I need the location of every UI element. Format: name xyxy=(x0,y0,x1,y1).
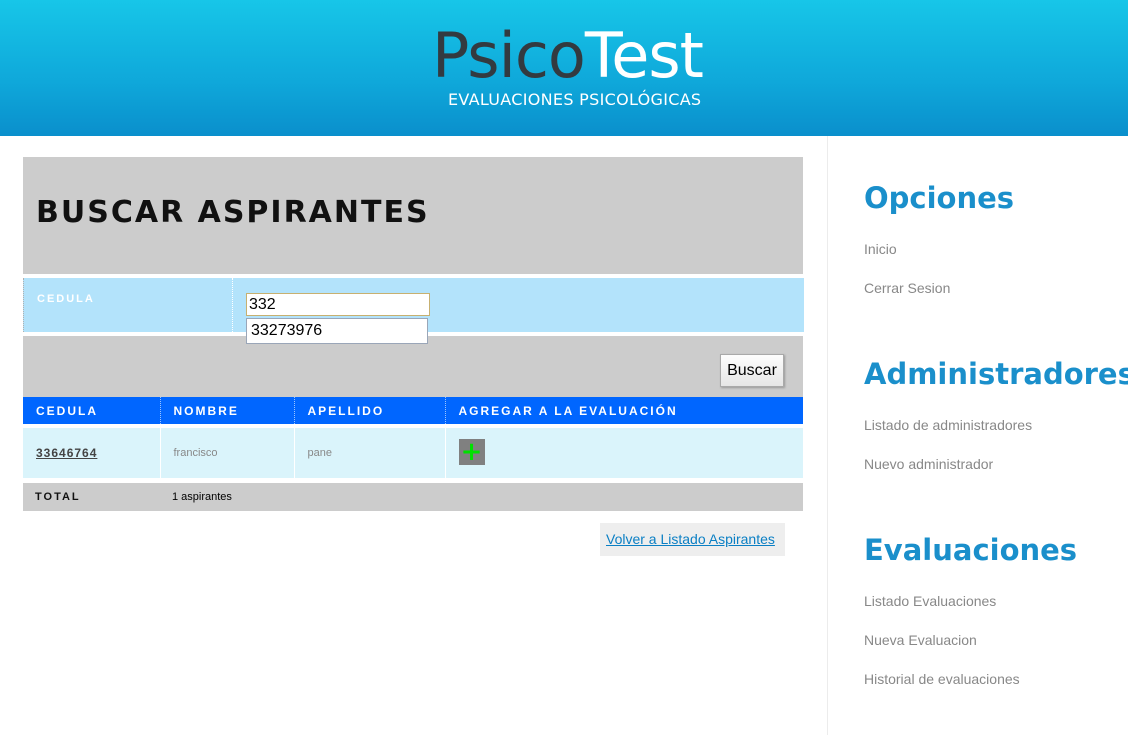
sidebar-link-nueva-evaluacion[interactable]: Nueva Evaluacion xyxy=(864,632,1077,649)
cedula-label: CEDULA xyxy=(37,293,95,305)
search-button[interactable]: Buscar xyxy=(720,354,784,387)
table-row: 33646764 francisco pane + xyxy=(23,424,803,478)
add-to-evaluation-button[interactable]: + xyxy=(458,436,485,467)
site-header: PsicoTest EVALUACIONES PSICOLÓGICAS xyxy=(0,0,1128,136)
sidebar-link-listado-evaluaciones[interactable]: Listado Evaluaciones xyxy=(864,593,1077,610)
total-label: TOTAL xyxy=(35,491,81,503)
column-header-apellido: APELLIDO xyxy=(293,397,445,426)
logo-subtitle: EVALUACIONES PSICOLÓGICAS xyxy=(448,90,702,109)
column-header-cedula: CEDULA xyxy=(23,397,160,426)
cedula-link[interactable]: 33646764 xyxy=(36,446,97,460)
autocomplete-dropdown: 33273976 xyxy=(246,318,428,344)
sidebar-link-listado-administradores[interactable]: Listado de administradores xyxy=(864,417,1128,434)
logo-test: Test xyxy=(584,19,704,92)
sidebar-link-nuevo-administrador[interactable]: Nuevo administrador xyxy=(864,456,1128,473)
total-row: TOTAL 1 aspirantes xyxy=(23,483,803,511)
results-table: CEDULA NOMBRE APELLIDO AGREGAR A LA EVAL… xyxy=(23,397,803,478)
action-row: Buscar xyxy=(23,336,803,397)
cell-agregar: + xyxy=(444,424,803,478)
autocomplete-suggestion[interactable]: 33273976 xyxy=(251,322,322,340)
sidebar-title-evaluaciones: Evaluaciones xyxy=(864,533,1078,567)
sidebar-link-historial-evaluaciones[interactable]: Historial de evaluaciones xyxy=(864,671,1077,688)
page-title: BUSCAR ASPIRANTES xyxy=(36,195,430,230)
table-header-row: CEDULA NOMBRE APELLIDO AGREGAR A LA EVAL… xyxy=(23,397,803,426)
logo-wordmark: PsicoTest xyxy=(432,19,704,92)
column-header-agregar: AGREGAR A LA EVALUACIÓN xyxy=(444,397,803,426)
cell-cedula: 33646764 xyxy=(23,424,160,478)
cedula-input[interactable] xyxy=(246,293,430,316)
sidebar-link-inicio[interactable]: Inicio xyxy=(864,241,1014,258)
title-box: BUSCAR ASPIRANTES xyxy=(23,157,803,274)
total-value: 1 aspirantes xyxy=(172,491,232,503)
plus-icon: + xyxy=(460,436,483,467)
sidebar-section-evaluaciones: Evaluaciones Listado Evaluaciones Nueva … xyxy=(864,532,1077,688)
sidebar-section-opciones: Opciones Inicio Cerrar Sesion xyxy=(864,180,1014,297)
column-header-nombre: NOMBRE xyxy=(159,397,294,426)
back-to-list-link[interactable]: Volver a Listado Aspirantes xyxy=(606,531,775,547)
sidebar-title-opciones: Opciones xyxy=(864,181,1015,215)
form-divider xyxy=(232,278,233,332)
sidebar-link-cerrar-sesion[interactable]: Cerrar Sesion xyxy=(864,280,1014,297)
sidebar-section-administradores: Administradores Listado de administrador… xyxy=(864,356,1128,473)
sidebar: Opciones Inicio Cerrar Sesion Administra… xyxy=(827,136,1128,735)
cell-apellido: pane xyxy=(293,424,445,478)
cell-nombre: francisco xyxy=(159,424,294,478)
psicotest-logo[interactable]: PsicoTest EVALUACIONES PSICOLÓGICAS xyxy=(432,22,712,112)
back-link-box: Volver a Listado Aspirantes xyxy=(600,523,785,556)
sidebar-title-administradores: Administradores xyxy=(864,357,1128,391)
logo-psico: Psico xyxy=(432,19,586,92)
